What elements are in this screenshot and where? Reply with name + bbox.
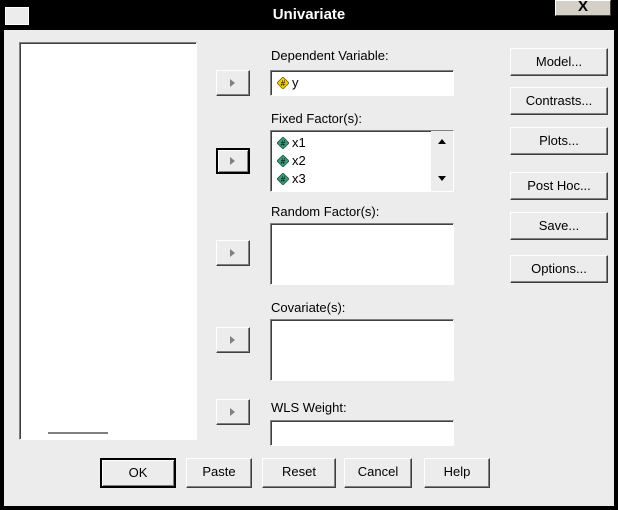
close-button[interactable]: X <box>555 0 611 16</box>
list-item[interactable]: # x1 <box>271 135 421 153</box>
paste-button[interactable]: Paste <box>186 458 252 488</box>
title-bar[interactable]: Univariate X <box>0 0 618 30</box>
dependent-variable-label: Dependent Variable: <box>271 48 389 63</box>
options-button[interactable]: Options... <box>510 255 608 283</box>
svg-text:#: # <box>281 175 286 184</box>
scale-variable-icon: # <box>277 77 289 89</box>
move-right-arrow-icon <box>230 79 235 87</box>
fixed-factor-name: x2 <box>292 153 306 168</box>
list-item[interactable]: # x3 <box>271 171 421 189</box>
cancel-button[interactable]: Cancel <box>344 458 412 488</box>
scroll-down-arrow-icon[interactable] <box>438 176 446 181</box>
help-button[interactable]: Help <box>424 458 490 488</box>
scroll-up-arrow-icon[interactable] <box>438 139 446 144</box>
post-hoc-button[interactable]: Post Hoc... <box>510 172 608 200</box>
fixed-factor-name: x3 <box>292 171 306 186</box>
svg-text:#: # <box>281 139 286 148</box>
ok-button[interactable]: OK <box>100 458 176 488</box>
dependent-variable-field[interactable]: # y <box>270 70 454 96</box>
dependent-variable-value: y <box>292 75 299 90</box>
svg-text:#: # <box>281 157 286 166</box>
move-right-arrow-icon <box>230 336 235 344</box>
model-button[interactable]: Model... <box>510 48 608 76</box>
source-variable-list[interactable] <box>19 42 197 440</box>
covariates-list[interactable] <box>270 319 454 381</box>
save-button[interactable]: Save... <box>510 212 608 240</box>
svg-text:#: # <box>281 79 286 88</box>
dependent-variable-move-button[interactable] <box>216 70 250 96</box>
list-scrollbar[interactable] <box>431 131 453 191</box>
move-right-arrow-icon <box>230 249 235 257</box>
move-right-arrow-icon <box>230 408 235 416</box>
plots-button[interactable]: Plots... <box>510 127 608 155</box>
reset-button[interactable]: Reset <box>262 458 336 488</box>
nominal-variable-icon: # <box>277 173 289 185</box>
list-scroll-thumb[interactable] <box>48 432 108 434</box>
nominal-variable-icon: # <box>277 137 289 149</box>
wls-weight-field[interactable] <box>270 420 454 446</box>
fixed-factor-name: x1 <box>292 135 306 150</box>
random-factors-list[interactable] <box>270 223 454 285</box>
covariates-move-button[interactable] <box>216 327 250 353</box>
fixed-factors-move-button[interactable] <box>216 148 250 174</box>
contrasts-button[interactable]: Contrasts... <box>510 87 608 115</box>
fixed-factors-label: Fixed Factor(s): <box>271 111 363 126</box>
dialog-body: Dependent Variable: # y Fixed Factor(s):… <box>4 30 614 506</box>
list-item[interactable]: # x2 <box>271 153 421 171</box>
covariates-label: Covariate(s): <box>271 300 346 315</box>
univariate-dialog: Univariate X Dependent Variable: # y Fix… <box>0 0 618 510</box>
fixed-factors-list[interactable]: # x1 # x2 # x3 <box>270 130 454 192</box>
random-factors-move-button[interactable] <box>216 240 250 266</box>
dialog-title: Univariate <box>272 6 346 23</box>
move-right-arrow-icon <box>230 157 235 165</box>
wls-weight-move-button[interactable] <box>216 399 250 425</box>
random-factors-label: Random Factor(s): <box>271 204 380 219</box>
wls-weight-label: WLS Weight: <box>271 400 347 415</box>
nominal-variable-icon: # <box>277 155 289 167</box>
